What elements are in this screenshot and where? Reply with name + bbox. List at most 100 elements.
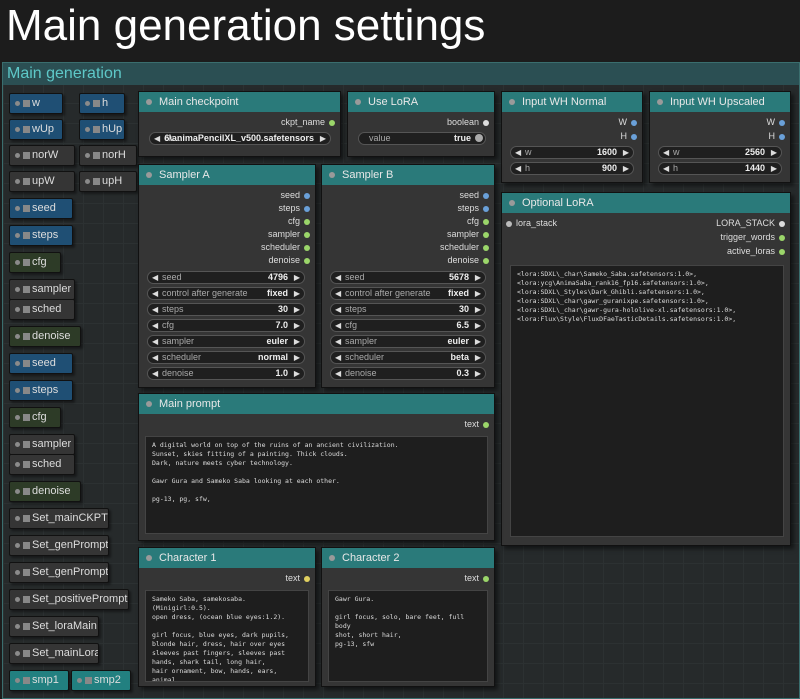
output-trigger-words[interactable]: trigger_words bbox=[720, 231, 785, 244]
w-number-widget[interactable]: ◀ w 1600 ▶ bbox=[510, 146, 634, 159]
output-boolean[interactable]: boolean bbox=[447, 116, 489, 129]
arrow-right-icon[interactable]: ▶ bbox=[771, 163, 777, 174]
arrow-right-icon[interactable]: ▶ bbox=[623, 163, 629, 174]
main-prompt-node[interactable]: Main prompt text A digital world on top … bbox=[138, 393, 495, 541]
arrow-right-icon[interactable]: ▶ bbox=[475, 304, 481, 315]
chip-set-genprompt2[interactable]: Set_genPrompt2 bbox=[9, 562, 109, 583]
output-h[interactable]: H bbox=[621, 130, 637, 143]
use-lora-node[interactable]: Use LoRA boolean value true bbox=[347, 91, 495, 157]
sampler-widget[interactable]: ◀ sampler euler ▶ bbox=[147, 335, 305, 348]
chip-h[interactable]: h bbox=[79, 93, 125, 114]
character-2-text-area[interactable]: Gawr Gura. girl focus, solo, bare feet, … bbox=[328, 590, 488, 682]
chip-norW[interactable]: norW bbox=[9, 145, 75, 166]
chip-steps-a[interactable]: steps bbox=[9, 225, 73, 246]
arrow-left-icon[interactable]: ◀ bbox=[152, 272, 158, 283]
arrow-right-icon[interactable]: ▶ bbox=[294, 288, 300, 299]
arrow-left-icon[interactable]: ◀ bbox=[335, 368, 341, 379]
output-text[interactable]: text bbox=[285, 572, 310, 585]
use-lora-toggle[interactable]: value true bbox=[358, 132, 486, 145]
chip-norH[interactable]: norH bbox=[79, 145, 137, 166]
chip-set-loramain[interactable]: Set_loraMain bbox=[9, 616, 99, 637]
chip-hUp[interactable]: hUp bbox=[79, 119, 125, 140]
chip-cfg-a[interactable]: cfg bbox=[9, 252, 61, 273]
output-scheduler[interactable]: scheduler bbox=[440, 241, 489, 254]
arrow-left-icon[interactable]: ◀ bbox=[335, 336, 341, 347]
arrow-right-icon[interactable]: ▶ bbox=[475, 336, 481, 347]
output-denoise[interactable]: denoise bbox=[447, 254, 489, 267]
main-generation-group[interactable]: Main generation w h wUp hUp norW norH up… bbox=[2, 62, 800, 699]
chip-smp1[interactable]: smp1 bbox=[9, 670, 69, 691]
chip-steps-b[interactable]: steps bbox=[9, 380, 73, 401]
control-after-generate-widget[interactable]: ◀ control after generate fixed ▶ bbox=[330, 287, 486, 300]
output-steps[interactable]: steps bbox=[278, 202, 310, 215]
input-wh-normal-node[interactable]: Input WH Normal W H ◀ w 1600 ▶ ◀ h 900 ▶ bbox=[501, 91, 643, 183]
arrow-right-icon[interactable]: ▶ bbox=[294, 320, 300, 331]
sampler-b-node[interactable]: Sampler B seed steps cfg sampler schedul… bbox=[321, 164, 495, 388]
arrow-left-icon[interactable]: ◀ bbox=[335, 352, 341, 363]
chip-denoise-b[interactable]: denoise bbox=[9, 481, 81, 502]
output-h[interactable]: H bbox=[769, 130, 785, 143]
main-prompt-text-area[interactable]: A digital world on top of the ruins of a… bbox=[145, 436, 488, 534]
output-cfg[interactable]: cfg bbox=[288, 215, 310, 228]
cfg-widget[interactable]: ◀ cfg 6.5 ▶ bbox=[330, 319, 486, 332]
chip-set-mainckpt[interactable]: Set_mainCKPT bbox=[9, 508, 109, 529]
ckpt-name-combo[interactable]: ◀ ck... 6\animaPencilXL_v500.safetensors… bbox=[149, 132, 331, 145]
output-w[interactable]: W bbox=[619, 116, 637, 129]
steps-widget[interactable]: ◀ steps 30 ▶ bbox=[147, 303, 305, 316]
sampler-a-node[interactable]: Sampler A seed steps cfg sampler schedul… bbox=[138, 164, 316, 388]
arrow-right-icon[interactable]: ▶ bbox=[294, 336, 300, 347]
chip-w[interactable]: w bbox=[9, 93, 63, 114]
arrow-left-icon[interactable]: ◀ bbox=[515, 147, 521, 158]
arrow-right-icon[interactable]: ▶ bbox=[294, 352, 300, 363]
chip-cfg-b[interactable]: cfg bbox=[9, 407, 61, 428]
arrow-right-icon[interactable]: ▶ bbox=[320, 133, 326, 144]
arrow-left-icon[interactable]: ◀ bbox=[335, 288, 341, 299]
output-text[interactable]: text bbox=[464, 418, 489, 431]
optional-lora-node[interactable]: Optional LoRA lora_stack LORA_STACK trig… bbox=[501, 192, 791, 546]
sampler-widget[interactable]: ◀ sampler euler ▶ bbox=[330, 335, 486, 348]
arrow-left-icon[interactable]: ◀ bbox=[154, 133, 160, 144]
arrow-left-icon[interactable]: ◀ bbox=[152, 336, 158, 347]
chip-smp2[interactable]: smp2 bbox=[71, 670, 131, 691]
arrow-right-icon[interactable]: ▶ bbox=[771, 147, 777, 158]
output-steps[interactable]: steps bbox=[457, 202, 489, 215]
steps-widget[interactable]: ◀ steps 30 ▶ bbox=[330, 303, 486, 316]
denoise-widget[interactable]: ◀ denoise 1.0 ▶ bbox=[147, 367, 305, 380]
chip-denoise-a[interactable]: denoise bbox=[9, 326, 81, 347]
output-denoise[interactable]: denoise bbox=[268, 254, 310, 267]
output-scheduler[interactable]: scheduler bbox=[261, 241, 310, 254]
cfg-widget[interactable]: ◀ cfg 7.0 ▶ bbox=[147, 319, 305, 332]
input-lora-stack[interactable]: lora_stack bbox=[506, 217, 557, 230]
character-2-node[interactable]: Character 2 text Gawr Gura. girl focus, … bbox=[321, 547, 495, 687]
character-1-text-area[interactable]: Sameko Saba, samekosaba. (Minigirl:0.5).… bbox=[145, 590, 309, 682]
arrow-left-icon[interactable]: ◀ bbox=[335, 320, 341, 331]
arrow-right-icon[interactable]: ▶ bbox=[294, 368, 300, 379]
output-lora-stack[interactable]: LORA_STACK bbox=[716, 217, 785, 230]
arrow-left-icon[interactable]: ◀ bbox=[515, 163, 521, 174]
output-text[interactable]: text bbox=[464, 572, 489, 585]
output-seed[interactable]: seed bbox=[280, 189, 310, 202]
arrow-left-icon[interactable]: ◀ bbox=[335, 304, 341, 315]
seed-widget[interactable]: ◀ seed 4796 ▶ bbox=[147, 271, 305, 284]
arrow-right-icon[interactable]: ▶ bbox=[475, 272, 481, 283]
scheduler-widget[interactable]: ◀ scheduler beta ▶ bbox=[330, 351, 486, 364]
chip-sched-a[interactable]: sched bbox=[9, 299, 75, 320]
w-number-widget[interactable]: ◀ w 2560 ▶ bbox=[658, 146, 782, 159]
chip-upW[interactable]: upW bbox=[9, 171, 75, 192]
chip-set-positiveprompt[interactable]: Set_positivePrompt bbox=[9, 589, 129, 610]
chip-set-mainlora[interactable]: Set_mainLora bbox=[9, 643, 99, 664]
arrow-left-icon[interactable]: ◀ bbox=[663, 163, 669, 174]
arrow-left-icon[interactable]: ◀ bbox=[152, 304, 158, 315]
h-number-widget[interactable]: ◀ h 900 ▶ bbox=[510, 162, 634, 175]
chip-wUp[interactable]: wUp bbox=[9, 119, 63, 140]
arrow-left-icon[interactable]: ◀ bbox=[152, 288, 158, 299]
arrow-right-icon[interactable]: ▶ bbox=[475, 368, 481, 379]
character-1-node[interactable]: Character 1 text Sameko Saba, samekosaba… bbox=[138, 547, 316, 687]
main-checkpoint-node[interactable]: Main checkpoint ckpt_name ◀ ck... 6\anim… bbox=[138, 91, 341, 157]
output-cfg[interactable]: cfg bbox=[467, 215, 489, 228]
output-ckpt-name[interactable]: ckpt_name bbox=[281, 116, 335, 129]
chip-upH[interactable]: upH bbox=[79, 171, 137, 192]
arrow-right-icon[interactable]: ▶ bbox=[294, 304, 300, 315]
chip-seed-b[interactable]: seed bbox=[9, 353, 73, 374]
arrow-right-icon[interactable]: ▶ bbox=[475, 352, 481, 363]
